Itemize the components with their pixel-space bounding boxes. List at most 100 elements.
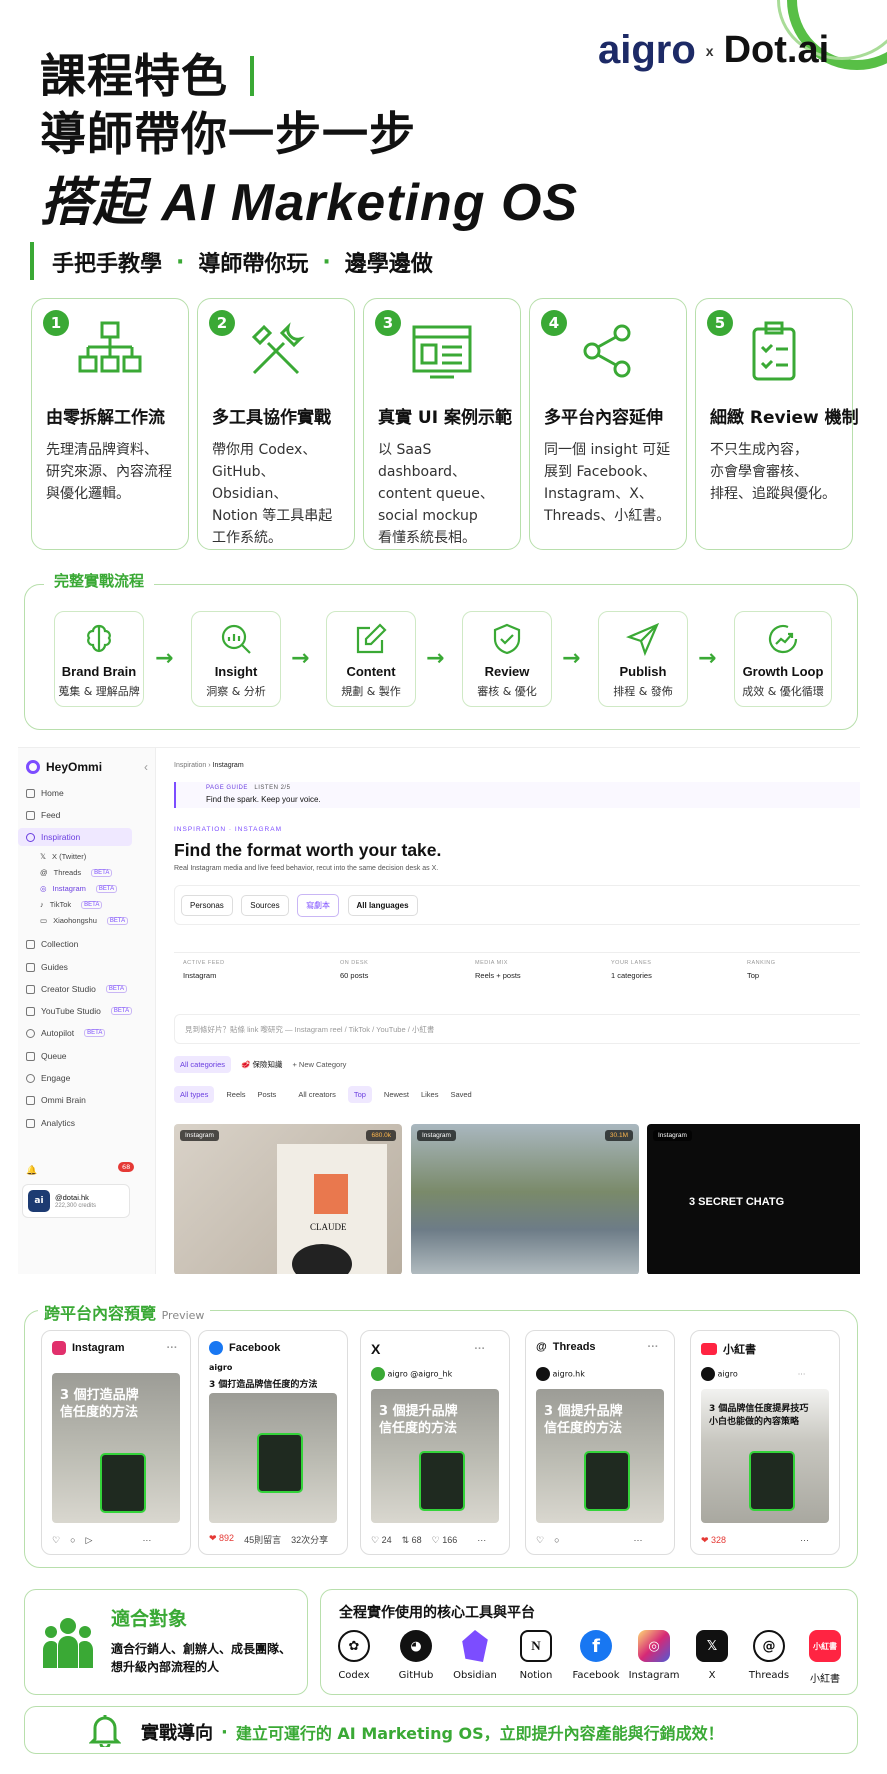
sidebar-item-threads[interactable]: @ Threads BETA [40, 868, 113, 877]
collapse-icon[interactable]: ‹ [144, 760, 148, 774]
media-tile[interactable]: Instagram 30.1M [411, 1124, 639, 1274]
sort-likes[interactable]: Likes [421, 1090, 439, 1099]
youtube-icon [26, 1006, 35, 1016]
facebook-icon: f [580, 1630, 612, 1662]
flow-arrow: → [698, 646, 717, 671]
feature-card-3: 3 真實 UI 案例示範 以 SaaS dashboard、 content q… [363, 298, 521, 550]
sidebar-item-ommi-brain[interactable]: Ommi Brain [26, 1095, 86, 1105]
page-guide: PAGE GUIDE LISTEN 2/5 Find the spark. Ke… [174, 782, 860, 808]
app-screenshot: HeyOmmi ‹ Home Feed Inspiration 𝕏X (Twit… [18, 747, 860, 1274]
feature-desc: 同一個 insight 可延 展到 Facebook、 Instagram、X、… [544, 442, 671, 524]
studio-icon [26, 984, 35, 994]
facebook-icon [209, 1341, 223, 1355]
flow-step-content: Content 規劃 & 製作 [326, 611, 416, 707]
step-number: 2 [209, 310, 235, 336]
flow-arrow: → [426, 646, 445, 671]
feature-card-4: 4 多平台內容延伸 同一個 insight 可延 展到 Facebook、 In… [529, 298, 687, 550]
type-filters: All types Reels Posts All creators Top N… [174, 1086, 472, 1103]
stat-your-lanes: YOUR LANES 1 categories [611, 960, 652, 980]
account-card[interactable]: ai @dotai.hk 222,300 credits [22, 1184, 130, 1218]
category-tabs: All categories 🥩 保險知識 + New Category [174, 1056, 346, 1073]
threads-icon: @ [40, 868, 48, 877]
sort-saved[interactable]: Saved [450, 1090, 471, 1099]
tool-github: ◕ GitHub [390, 1630, 442, 1681]
xiaohongshu-icon [701, 1343, 717, 1355]
sidebar-item-feed[interactable]: Feed [26, 810, 60, 820]
filter-reels[interactable]: Reels [226, 1090, 245, 1099]
step-number: 3 [375, 310, 401, 336]
feature-desc: 帶你用 Codex、 GitHub、Obsidian、 Notion 等工具串起… [212, 442, 333, 546]
bell-icon [89, 1715, 121, 1747]
step-number: 4 [541, 310, 567, 336]
sidebar-item-instagram[interactable]: ◎ Instagram BETA [40, 884, 118, 893]
sidebar-item-xiaohongshu[interactable]: ▭ Xiaohongshu BETA [40, 916, 129, 925]
tool-xiaohongshu: 小紅書 小紅書 [799, 1630, 851, 1685]
sidebar-item-youtube-studio[interactable]: YouTube Studio BETA [26, 1006, 133, 1016]
media-tile[interactable]: Instagram 3 SECRET CHATG [647, 1124, 860, 1274]
eye-icon [26, 832, 35, 842]
sidebar-item-x[interactable]: 𝕏X (Twitter) [40, 852, 86, 861]
filter-all-creators[interactable]: All creators [298, 1090, 336, 1099]
main-content: Inspiration › Instagram PAGE GUIDE LISTE… [157, 748, 860, 1274]
tools-title: 全程實作使用的核心工具與平台 [339, 1605, 535, 1621]
flow-arrow: → [155, 646, 174, 671]
sort-newest[interactable]: Newest [384, 1090, 409, 1099]
personas-button[interactable]: Personas [181, 895, 233, 916]
page-title: Find the format worth your take. [174, 840, 442, 860]
dashboard-icon [412, 325, 472, 379]
stat-media-mix: MEDIA MIX Reels + posts [475, 960, 521, 980]
banner-text: 建立可運行的 AI Marketing OS，立即提升內容產能與行銷成效！ [235, 1724, 724, 1743]
search-chart-icon [221, 624, 251, 654]
sort-top[interactable]: Top [347, 1086, 372, 1103]
sidebar-item-inspiration[interactable]: Inspiration [18, 828, 132, 846]
link-input[interactable]: 見到條好片？貼條 link 嚟研究 — Instagram reel / Tik… [174, 1014, 860, 1044]
tab-all-categories[interactable]: All categories [174, 1056, 232, 1073]
org-chart-icon [78, 321, 142, 373]
filter-posts[interactable]: Posts [258, 1090, 277, 1099]
bell-icon[interactable]: 🔔 [26, 1166, 37, 1176]
flow-step-publish: Publish 排程 & 發佈 [598, 611, 688, 707]
media-tile[interactable]: Instagram 680.0k CLAUDE [174, 1124, 402, 1274]
new-category-button[interactable]: + New Category [292, 1060, 346, 1069]
sidebar-item-analytics[interactable]: Analytics [26, 1118, 75, 1128]
feature-title: 多平台內容延伸 [544, 408, 663, 428]
stat-active-feed: ACTIVE FEED Instagram [183, 960, 225, 980]
sidebar-item-creator-studio[interactable]: Creator Studio BETA [26, 984, 128, 994]
sidebar: HeyOmmi ‹ Home Feed Inspiration 𝕏X (Twit… [18, 748, 156, 1274]
flow-arrow: → [291, 646, 310, 671]
sidebar-item-engage[interactable]: Engage [26, 1073, 70, 1083]
sidebar-item-collection[interactable]: Collection [26, 939, 78, 949]
audience-title: 適合對象 [111, 1608, 188, 1630]
brand-logos: aigro x Dot.ai [598, 28, 830, 72]
sources-button[interactable]: Sources [241, 895, 289, 916]
feature-desc: 以 SaaS dashboard、 content queue、 social … [378, 442, 494, 546]
feature-title: 多工具協作實戰 [212, 408, 331, 428]
engage-icon [26, 1073, 35, 1083]
feature-card-2: 2 多工具協作實戰 帶你用 Codex、 GitHub、Obsidian、 No… [197, 298, 355, 550]
tool-instagram: ◎ Instagram [628, 1630, 680, 1681]
send-icon [625, 622, 660, 657]
flow-step-growth-loop: Growth Loop 成效 & 優化循環 [734, 611, 832, 707]
filter-all-types[interactable]: All types [174, 1086, 215, 1103]
tab-insurance[interactable]: 🥩 保險知識 [241, 1059, 282, 1070]
sidebar-item-autopilot[interactable]: Autopilot BETA [26, 1028, 106, 1038]
script-button[interactable]: 寫劇本 [297, 894, 340, 917]
threads-icon: @ [536, 1341, 547, 1353]
sidebar-item-guides[interactable]: Guides [26, 962, 68, 972]
claude-mascot [314, 1174, 348, 1214]
flow-step-brand-brain: Brand Brain 蒐集 & 理解品牌 [54, 611, 144, 707]
flow-arrow: → [562, 646, 581, 671]
sidebar-item-home[interactable]: Home [26, 788, 64, 798]
tools-icon [251, 322, 305, 375]
kicker: INSPIRATION · INSTAGRAM [174, 826, 282, 833]
avatar [701, 1367, 715, 1381]
language-select[interactable]: All languages [347, 895, 418, 916]
sidebar-item-tiktok[interactable]: ♪ TikTok BETA [40, 900, 103, 909]
feature-title: 真實 UI 案例示範 [378, 408, 512, 428]
share-icon [583, 324, 631, 378]
avatar [536, 1367, 550, 1381]
sidebar-item-queue[interactable]: Queue [26, 1051, 67, 1061]
threads-icon: @ [753, 1630, 785, 1662]
post-image [209, 1393, 337, 1523]
tool-obsidian: Obsidian [449, 1630, 501, 1681]
